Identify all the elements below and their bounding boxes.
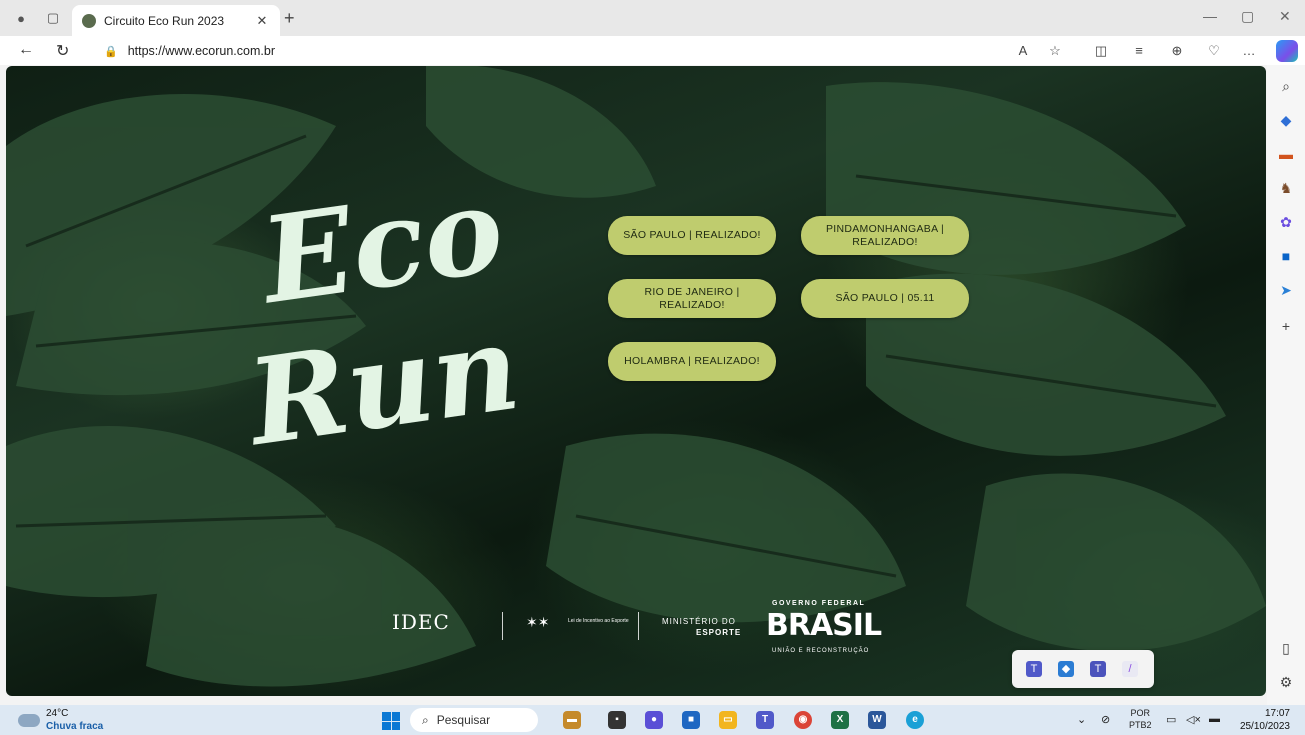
brasil-logo: BRASIL <box>766 608 882 643</box>
chevron-up-icon[interactable]: ⌄ <box>1077 713 1086 726</box>
page-viewport: Eco Run SÃO PAULO | REALIZADO! PINDAMONH… <box>6 66 1266 696</box>
search-icon[interactable]: ⌕ <box>1277 77 1295 95</box>
keyboard-layout: PTB2 <box>1129 720 1152 730</box>
send-icon[interactable]: ➤ <box>1277 281 1295 299</box>
word-icon[interactable]: W <box>868 711 886 729</box>
search-icon: ⌕ <box>422 712 429 727</box>
copilot-icon[interactable] <box>1276 40 1298 62</box>
clock[interactable]: 17:07 25/10/2023 <box>1236 707 1290 733</box>
event-button-rio-de-janeiro[interactable]: RIO DE JANEIRO | REALIZADO! <box>608 279 776 318</box>
time: 17:07 <box>1264 708 1290 719</box>
lei-incentivo-text: Lei de Incentivo ao Esporte <box>568 618 629 624</box>
edge-icon[interactable]: e <box>906 711 924 729</box>
ecorun-favicon-icon <box>82 13 96 28</box>
file-explorer-icon[interactable]: ▭ <box>719 711 737 729</box>
new-tab-button[interactable]: + <box>284 9 295 27</box>
url-text: https://www.ecorun.com.br <box>127 44 275 58</box>
read-aloud-icon[interactable]: A <box>1014 42 1032 60</box>
event-button-sao-paulo-2[interactable]: SÃO PAULO | 05.11 <box>801 279 969 318</box>
collections-icon[interactable]: ⊕ <box>1168 42 1186 60</box>
divider <box>502 612 503 640</box>
refresh-icon[interactable]: ↻ <box>56 41 69 61</box>
search-placeholder: Pesquisar <box>436 713 491 727</box>
lei-incentivo-logo-icon: ✶✶ <box>526 614 550 630</box>
cloud-rain-icon <box>18 714 40 727</box>
browser-essentials-icon[interactable]: ♡ <box>1205 42 1223 60</box>
windows-start-icon[interactable] <box>382 712 400 730</box>
task-view-icon[interactable]: ▪ <box>608 711 626 729</box>
floating-app-bar: T ◆ T / <box>1012 650 1154 688</box>
more-options-icon[interactable]: … <box>1240 42 1258 60</box>
uniao-reconstrucao-text: UNIÃO E RECONSTRUÇÃO <box>772 648 870 654</box>
lock-icon[interactable]: 🔒 <box>104 45 118 58</box>
back-icon[interactable]: ← <box>18 41 34 59</box>
teams-icon[interactable]: T <box>1026 661 1042 677</box>
display-icon[interactable]: ▭ <box>1166 713 1176 726</box>
event-button-sao-paulo-1[interactable]: SÃO PAULO | REALIZADO! <box>608 216 776 255</box>
battery-icon[interactable]: ▬ <box>1209 713 1220 725</box>
split-screen-icon[interactable]: ◫ <box>1092 42 1110 60</box>
esporte-text: ESPORTE <box>696 628 742 637</box>
eco-run-logo: Eco Run <box>234 146 534 456</box>
store-icon[interactable]: ■ <box>682 711 700 729</box>
excel-icon[interactable]: X <box>831 711 849 729</box>
volume-muted-icon[interactable]: ◁× <box>1186 713 1201 726</box>
taskbar-search[interactable]: ⌕ Pesquisar <box>410 708 538 732</box>
security-shield-icon[interactable]: ◆ <box>1058 661 1074 677</box>
tab-bar: ● ▢ Circuito Eco Run 2023 ✕ + — ▢ ✕ <box>0 0 1305 36</box>
chat-icon[interactable]: ● <box>645 711 663 729</box>
minimize-icon[interactable]: — <box>1203 8 1217 24</box>
tab-title: Circuito Eco Run 2023 <box>104 13 225 28</box>
language-indicator[interactable]: POR PTB2 <box>1129 707 1152 731</box>
games-icon[interactable]: ♞ <box>1277 179 1295 197</box>
divider <box>638 612 639 640</box>
chrome-icon[interactable]: ◉ <box>794 711 812 729</box>
close-window-icon[interactable]: ✕ <box>1279 8 1291 25</box>
favorites-list-icon[interactable]: ≡ <box>1130 42 1148 60</box>
network-icon[interactable]: ⊘ <box>1101 713 1110 726</box>
language-code: POR <box>1130 708 1151 718</box>
temperature: 24°C <box>46 708 69 719</box>
ministerio-text: MINISTÉRIO DO <box>662 617 736 626</box>
sidebar-settings-icon[interactable]: ⚙ <box>1277 673 1295 691</box>
workspaces-icon[interactable]: ▢ <box>44 9 62 27</box>
date: 25/10/2023 <box>1239 721 1290 732</box>
event-button-pindamonhangaba[interactable]: PINDAMONHANGABA | REALIZADO! <box>801 216 969 255</box>
sponsor-logos: IDEC ✶✶ Lei de Incentivo ao Esporte MINI… <box>392 598 892 658</box>
edge-sidebar: ⌕ ◆ ▬ ♞ ✿ ■ ➤ + ▯ ⚙ <box>1267 65 1305 705</box>
add-sidebar-app-icon[interactable]: + <box>1277 317 1295 335</box>
hide-sidebar-icon[interactable]: ▯ <box>1277 639 1295 657</box>
governo-federal-text: GOVERNO FEDERAL <box>772 600 866 607</box>
close-tab-icon[interactable]: ✕ <box>254 13 270 29</box>
shopping-tag-icon[interactable]: ◆ <box>1277 111 1295 129</box>
idec-logo: IDEC <box>392 610 450 634</box>
pen-icon[interactable]: / <box>1122 661 1138 677</box>
outlook-icon[interactable]: ■ <box>1277 247 1295 265</box>
tab-ecorun[interactable]: Circuito Eco Run 2023 ✕ <box>72 5 280 36</box>
tools-briefcase-icon[interactable]: ▬ <box>1277 145 1295 163</box>
restore-icon[interactable]: ▢ <box>1241 8 1254 25</box>
teams-classic-icon[interactable]: T <box>1090 661 1106 677</box>
url-field[interactable]: 🔒 https://www.ecorun.com.br <box>88 39 1068 63</box>
favorite-star-icon[interactable]: ☆ <box>1046 42 1064 60</box>
briefcase-app-icon[interactable]: ▬ <box>563 711 581 729</box>
weather-condition: Chuva fraca <box>46 721 104 732</box>
address-bar: ← ↻ 🔒 https://www.ecorun.com.br A ☆ ◫ ≡ … <box>0 36 1305 65</box>
profile-icon[interactable]: ● <box>12 9 30 27</box>
taskbar: 24°C Chuva fraca ⌕ Pesquisar ▬ ▪ ● ■ ▭ T… <box>0 705 1305 735</box>
teams-taskbar-icon[interactable]: T <box>756 711 774 729</box>
event-button-holambra[interactable]: HOLAMBRA | REALIZADO! <box>608 342 776 381</box>
office-icon[interactable]: ✿ <box>1277 213 1295 231</box>
